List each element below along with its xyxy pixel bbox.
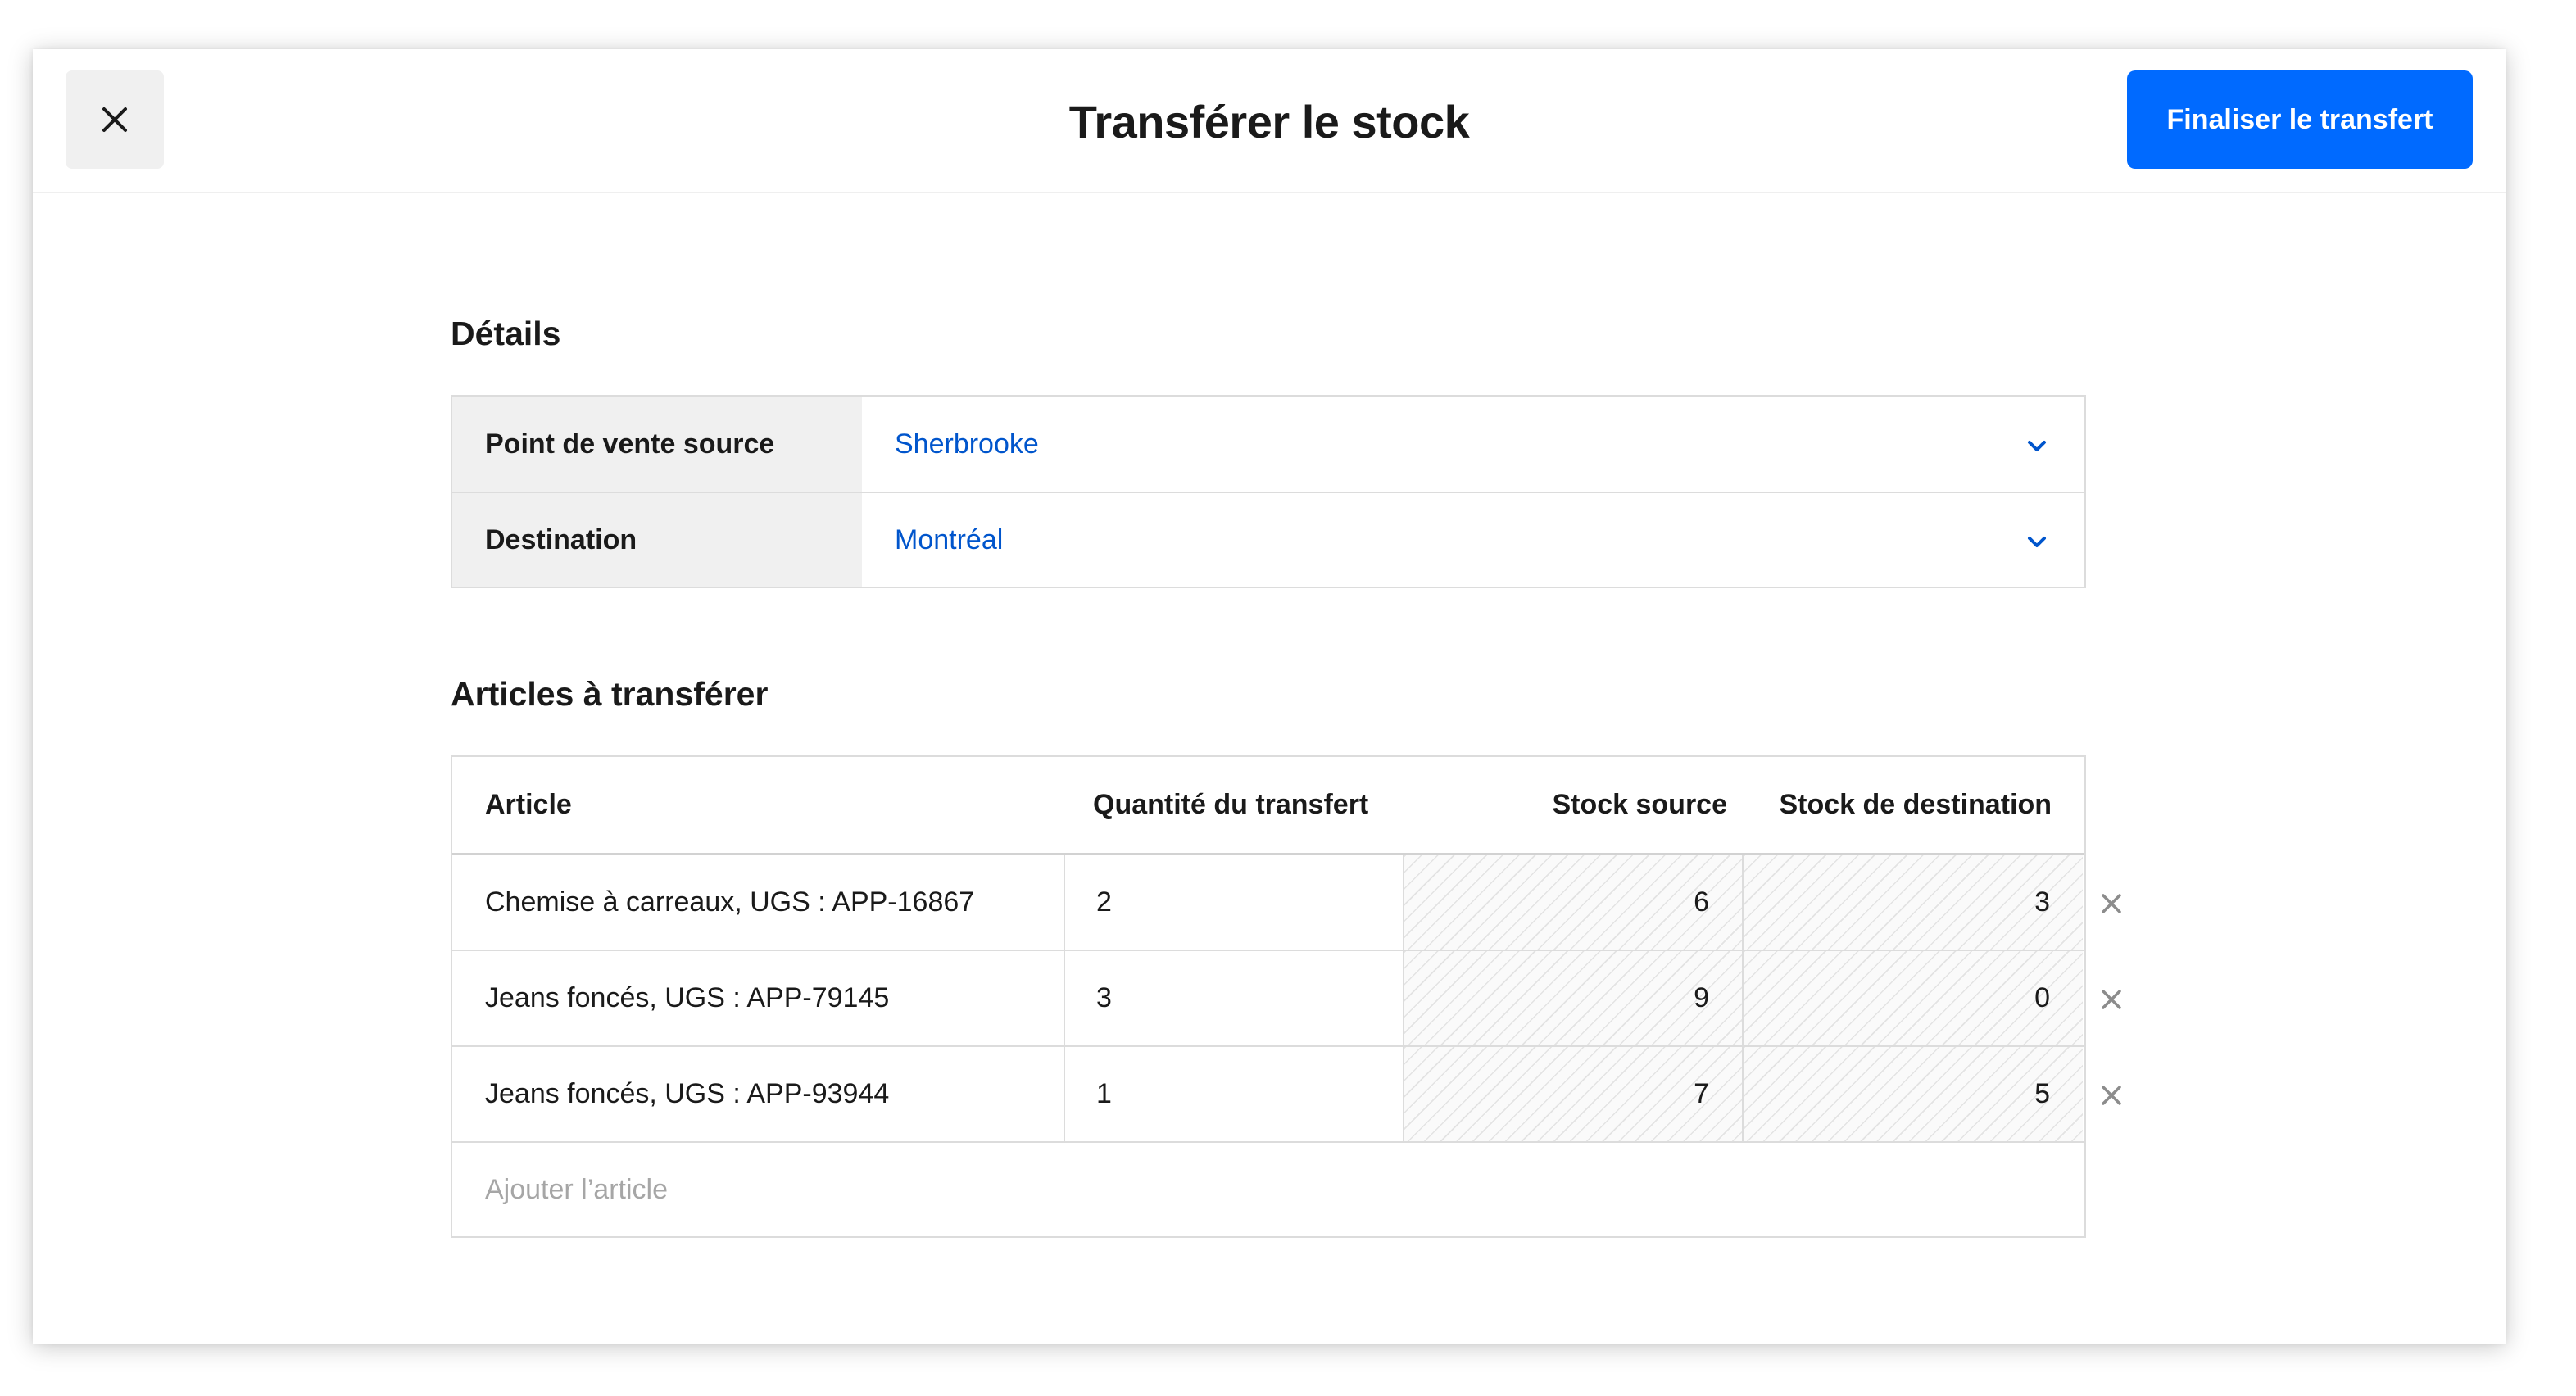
details-table: Point de vente source Sherbrooke Destina… bbox=[451, 395, 2086, 588]
source-stock-cell: 6 bbox=[1404, 855, 1744, 950]
quantity-input[interactable]: 3 bbox=[1065, 951, 1404, 1045]
close-icon bbox=[2102, 989, 2121, 1009]
table-row: Jeans foncés, UGS : APP-93944 1 7 5 bbox=[452, 1047, 2121, 1143]
article-cell: Jeans foncés, UGS : APP-79145 bbox=[452, 951, 1065, 1045]
source-location-select[interactable]: Sherbrooke bbox=[862, 397, 2084, 492]
modal-header: Transférer le stock Finaliser le transfe… bbox=[33, 49, 2506, 193]
chevron-down-icon bbox=[2028, 537, 2046, 547]
destination-stock-cell: 0 bbox=[1744, 951, 2083, 1045]
destination-stock-cell: 3 bbox=[1744, 855, 2083, 950]
source-stock-cell: 7 bbox=[1404, 1047, 1744, 1141]
destination-row: Destination Montréal bbox=[452, 492, 2084, 587]
remove-item-button[interactable] bbox=[2091, 1047, 2132, 1143]
finalize-transfer-button[interactable]: Finaliser le transfert bbox=[2127, 70, 2473, 169]
column-header-article: Article bbox=[485, 789, 572, 820]
source-stock-cell: 9 bbox=[1404, 951, 1744, 1045]
source-location-value: Sherbrooke bbox=[895, 428, 1039, 460]
column-header-quantity: Quantité du transfert bbox=[1093, 789, 1369, 820]
destination-value: Montréal bbox=[895, 524, 1004, 555]
add-item-input[interactable]: Ajouter l’article bbox=[452, 1143, 2084, 1236]
close-icon bbox=[2102, 893, 2121, 913]
destination-stock-cell: 5 bbox=[1744, 1047, 2083, 1141]
remove-item-button[interactable] bbox=[2091, 855, 2132, 951]
destination-label: Destination bbox=[452, 493, 862, 587]
column-header-destination-stock: Stock de destination bbox=[1779, 789, 2052, 820]
table-header: Article Quantité du transfert Stock sour… bbox=[452, 757, 2084, 855]
source-location-row: Point de vente source Sherbrooke bbox=[452, 397, 2084, 492]
quantity-input[interactable]: 1 bbox=[1065, 1047, 1404, 1141]
source-location-label: Point de vente source bbox=[452, 397, 862, 492]
article-cell: Chemise à carreaux, UGS : APP-16867 bbox=[452, 855, 1065, 950]
remove-item-button[interactable] bbox=[2091, 951, 2132, 1047]
items-table: Article Quantité du transfert Stock sour… bbox=[451, 755, 2121, 1238]
details-section-title: Détails bbox=[451, 315, 561, 352]
destination-select[interactable]: Montréal bbox=[862, 493, 2084, 587]
quantity-input[interactable]: 2 bbox=[1065, 855, 1404, 950]
articles-section-title: Articles à transférer bbox=[451, 675, 769, 713]
table-row: Chemise à carreaux, UGS : APP-16867 2 6 … bbox=[452, 855, 2121, 951]
table-row: Jeans foncés, UGS : APP-79145 3 9 0 bbox=[452, 951, 2121, 1047]
close-icon bbox=[2102, 1085, 2121, 1105]
column-header-source-stock: Stock source bbox=[1552, 789, 1727, 820]
chevron-down-icon bbox=[2028, 441, 2046, 451]
transfer-stock-modal: Transférer le stock Finaliser le transfe… bbox=[33, 49, 2506, 1344]
article-cell: Jeans foncés, UGS : APP-93944 bbox=[452, 1047, 1065, 1141]
